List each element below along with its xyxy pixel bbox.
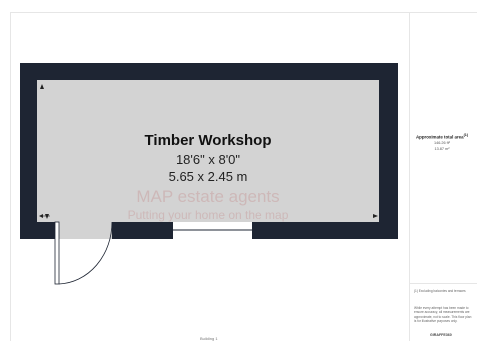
note-excluding: (1) Excluding balconies and terraces <box>414 289 466 293</box>
room-name: Timber Workshop <box>145 132 272 149</box>
area-title-sup: (1) <box>463 133 469 137</box>
floorplan-drawing: MAP estate agents Putting your home on t… <box>20 63 398 285</box>
watermark-line1: MAP estate agents <box>136 187 279 206</box>
area-sqm: 13.87 m² <box>434 147 450 151</box>
area-title-text: Approximate total area <box>415 134 464 140</box>
building-label: Building 1 <box>200 336 218 341</box>
door-opening <box>55 222 112 239</box>
room-dim-imperial: 18'6" x 8'0" <box>176 152 240 167</box>
room-dim-metric: 5.65 x 2.45 m <box>169 169 248 184</box>
giraffe-logo: GIRAFFE360 <box>430 333 452 337</box>
floorplan-page: MAP estate agents Putting your home on t… <box>0 0 477 341</box>
watermark-line2: Putting your home on the map <box>128 208 289 222</box>
area-sqft: 146.26 ft² <box>433 141 451 145</box>
note-disclaimer: While every attempt has been made to ens… <box>414 306 472 324</box>
area-title: Approximate total area(1) <box>412 133 472 139</box>
door-leaf <box>54 221 60 285</box>
